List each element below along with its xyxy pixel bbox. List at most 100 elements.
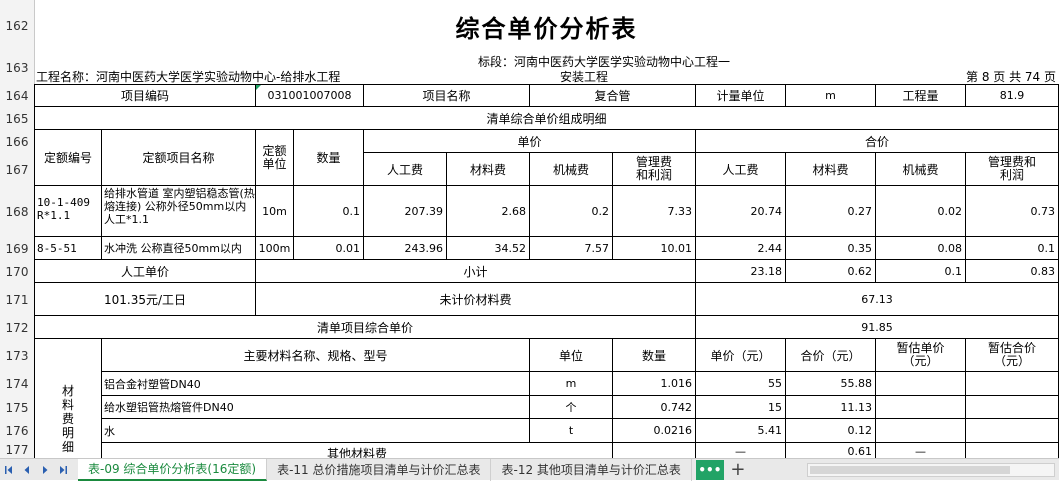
item-code-label[interactable]: 项目编码 [34, 84, 256, 107]
material-detail-side-text[interactable]: 材料费明细 [61, 344, 75, 454]
total-machine[interactable]: 0.08 [876, 237, 966, 260]
header-quota-unit[interactable]: 定额单位 [256, 130, 294, 186]
mat-header-est-total[interactable]: 暂估合价（元） [966, 339, 1059, 372]
unit-mgmt[interactable]: 10.01 [613, 237, 696, 260]
material-total[interactable]: 55.88 [786, 372, 876, 396]
row-number[interactable]: 177 [0, 443, 34, 458]
scrollbar-thumb[interactable] [810, 465, 1010, 474]
header-mgmt[interactable]: 管理费和利润 [613, 153, 696, 186]
material-name[interactable]: 给水塑铝管热熔管件DN40 [102, 396, 530, 419]
quota-name[interactable]: 水冲洗 公称直径50mm以内 [102, 237, 256, 260]
unit-material[interactable]: 2.68 [447, 186, 530, 237]
header-machine[interactable]: 机械费 [530, 153, 613, 186]
material-price[interactable]: 15 [696, 396, 786, 419]
total-labor[interactable]: 20.74 [696, 186, 786, 237]
material-est-total[interactable] [966, 372, 1059, 396]
subtotal-material[interactable]: 0.62 [786, 260, 876, 283]
project-name[interactable]: 工程名称：河南中医药大学医学实验动物中心-给排水工程 [34, 68, 454, 84]
unit-mgmt[interactable]: 7.33 [613, 186, 696, 237]
other-material-qty[interactable] [613, 443, 696, 458]
material-est-total[interactable] [966, 396, 1059, 419]
other-material-est-dash[interactable]: — [876, 443, 966, 458]
subtotal-machine[interactable]: 0.1 [876, 260, 966, 283]
mat-header-name[interactable]: 主要材料名称、规格、型号 [102, 339, 530, 372]
mat-header-unit[interactable]: 单位 [530, 339, 613, 372]
material-qty[interactable]: 1.016 [613, 372, 696, 396]
labor-unit-value[interactable]: 101.35元/工日 [34, 283, 256, 316]
page-title[interactable]: 综合单价分析表 [34, 0, 1059, 52]
quota-qty[interactable]: 0.1 [294, 186, 364, 237]
prev-sheet-icon[interactable] [18, 459, 36, 481]
material-total[interactable]: 11.13 [786, 396, 876, 419]
header-total-material[interactable]: 材料费 [786, 153, 876, 186]
horizontal-scrollbar[interactable] [807, 462, 1055, 477]
material-est-price[interactable] [876, 396, 966, 419]
material-est-price[interactable] [876, 372, 966, 396]
material-est-total[interactable] [966, 419, 1059, 443]
quota-name[interactable]: 给排水管道 室内塑铝稳态管(热熔连接) 公称外径50mm以内 人工*1.1 [102, 186, 256, 237]
header-total-machine[interactable]: 机械费 [876, 153, 966, 186]
header-quota-no[interactable]: 定额编号 [34, 130, 102, 186]
material-name[interactable]: 水 [102, 419, 530, 443]
header-quota-name[interactable]: 定额项目名称 [102, 130, 256, 186]
row-number[interactable]: 173 [0, 339, 34, 372]
total-material[interactable]: 0.35 [786, 237, 876, 260]
tab-sheet-11[interactable]: 表-11 总价措施项目清单与计价汇总表 [267, 458, 492, 481]
other-material-dash[interactable]: — [696, 443, 786, 458]
labor-unit-label[interactable]: 人工单价 [34, 260, 256, 283]
row-number[interactable]: 164 [0, 84, 34, 107]
quota-no[interactable]: 8-5-51 [34, 237, 102, 260]
total-mgmt[interactable]: 0.1 [966, 237, 1059, 260]
row-number[interactable]: 167 [0, 153, 34, 186]
unit-labor[interactable]: 207.39 [364, 186, 447, 237]
first-sheet-icon[interactable] [0, 459, 18, 481]
composite-value[interactable]: 91.85 [696, 316, 1059, 339]
item-name[interactable]: 复合管 [530, 84, 696, 107]
material-est-price[interactable] [876, 419, 966, 443]
mat-header-qty[interactable]: 数量 [613, 339, 696, 372]
unit-label[interactable]: 计量单位 [696, 84, 786, 107]
tab-sheet-12[interactable]: 表-12 其他项目清单与计价汇总表 [491, 458, 692, 481]
spreadsheet[interactable]: 162 163 164 165 166 167 168 169 170 171 … [0, 0, 1059, 458]
material-price[interactable]: 55 [696, 372, 786, 396]
row-number[interactable]: 175 [0, 396, 34, 419]
qty-label[interactable]: 工程量 [876, 84, 966, 107]
header-material[interactable]: 材料费 [447, 153, 530, 186]
row-number[interactable]: 169 [0, 237, 34, 260]
composite-label[interactable]: 清单项目综合单价 [34, 316, 696, 339]
header-total-labor[interactable]: 人工费 [696, 153, 786, 186]
row-number[interactable]: 168 [0, 186, 34, 237]
row-number[interactable]: 174 [0, 372, 34, 396]
material-name[interactable]: 铝合金衬塑管DN40 [102, 372, 530, 396]
quota-no[interactable]: 10-1-409 R*1.1 [34, 186, 102, 237]
next-sheet-icon[interactable] [36, 459, 54, 481]
add-sheet-button[interactable]: + [724, 459, 752, 481]
material-unit[interactable]: m [530, 372, 613, 396]
row-number[interactable]: 171 [0, 283, 34, 316]
header-labor[interactable]: 人工费 [364, 153, 447, 186]
other-material-total[interactable]: 0.61 [786, 443, 876, 458]
item-name-label[interactable]: 项目名称 [364, 84, 530, 107]
quota-unit[interactable]: 10m [256, 186, 294, 237]
other-material-label[interactable]: 其他材料费 [102, 443, 613, 458]
material-total[interactable]: 0.12 [786, 419, 876, 443]
mat-header-total[interactable]: 合价（元） [786, 339, 876, 372]
page-info[interactable]: 第 8 页 共 74 页 [884, 68, 1059, 84]
unpriced-value[interactable]: 67.13 [696, 283, 1059, 316]
material-unit[interactable]: t [530, 419, 613, 443]
install-label[interactable]: 安装工程 [534, 68, 634, 84]
total-labor[interactable]: 2.44 [696, 237, 786, 260]
item-code[interactable]: 031001007008 [256, 84, 364, 107]
material-qty[interactable]: 0.0216 [613, 419, 696, 443]
row-number[interactable]: 162 [0, 0, 34, 52]
row-number[interactable]: 172 [0, 316, 34, 339]
row-number[interactable]: 166 [0, 130, 34, 153]
material-price[interactable]: 5.41 [696, 419, 786, 443]
total-material[interactable]: 0.27 [786, 186, 876, 237]
more-sheets-button[interactable]: ••• [695, 459, 724, 480]
other-material-est-total[interactable] [966, 443, 1059, 458]
tab-sheet-09[interactable]: 表-09 综合单价分析表(16定额) [78, 458, 268, 481]
header-total[interactable]: 合价 [696, 130, 1059, 153]
mat-header-price[interactable]: 单价（元） [696, 339, 786, 372]
unit-value[interactable]: m [786, 84, 876, 107]
